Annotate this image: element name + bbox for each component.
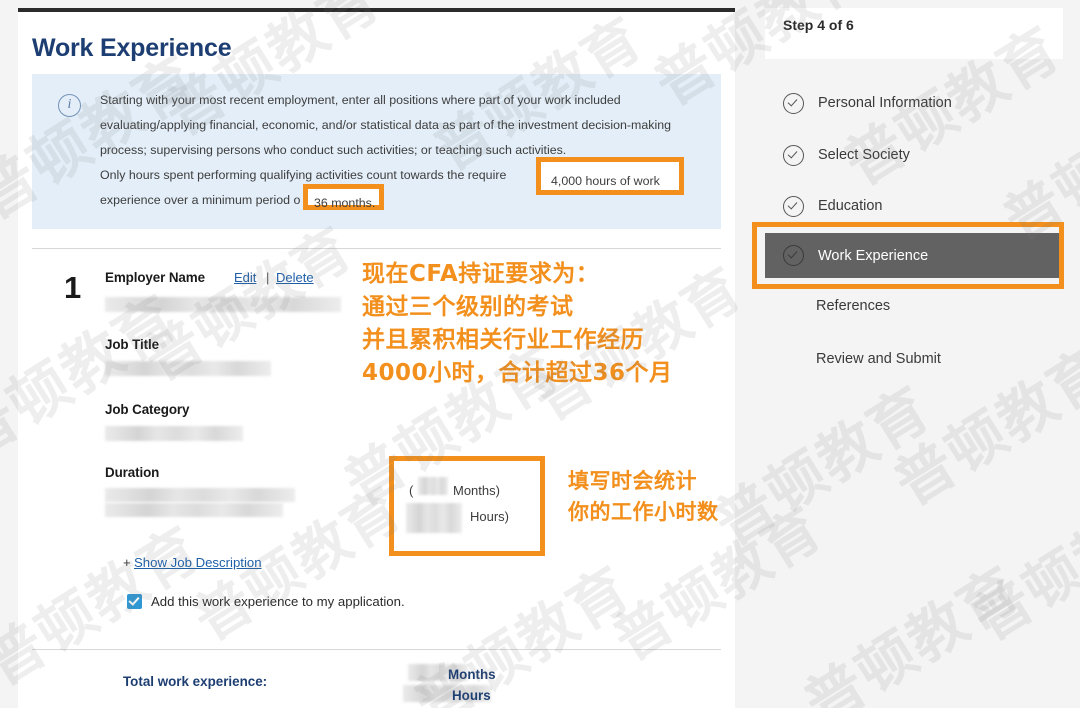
link-separator: |: [266, 270, 269, 285]
duration-hours-value-redacted: [406, 503, 462, 533]
check-circle-icon: [783, 196, 804, 217]
highlight-box-duration-calc: ( Months) Hours): [389, 456, 545, 556]
section-divider-top: [32, 248, 721, 249]
sidebar-item-label: Education: [818, 198, 883, 214]
check-circle-icon: [783, 145, 804, 166]
highlight-box-hours-requirement: 4,000 hours of work: [536, 157, 684, 195]
duration-months-open-paren: (: [409, 483, 413, 498]
highlight-box-months-requirement: 36 months.: [303, 184, 384, 210]
section-divider-bottom: [32, 649, 721, 650]
sidebar-item-personal-information[interactable]: Personal Information: [765, 82, 1063, 124]
duration-months-value-redacted: [418, 477, 448, 495]
sidebar-item-education[interactable]: Education: [765, 185, 1063, 227]
duration-label: Duration: [105, 465, 159, 480]
check-circle-icon: [783, 93, 804, 114]
highlight-months-text: 36 months.: [314, 196, 375, 210]
annotation-hours-note: 填写时会统计 你的工作小时数: [568, 466, 719, 528]
step-indicator-box: [765, 8, 1063, 59]
job-category-label: Job Category: [105, 402, 189, 417]
highlight-hours-text: 4,000 hours of work: [551, 174, 660, 188]
delete-link[interactable]: Delete: [276, 270, 314, 285]
sidebar-item-label: Review and Submit: [816, 351, 941, 367]
sidebar-item-label: Select Society: [818, 147, 910, 163]
job-title-value-redacted: [105, 361, 271, 376]
step-navigation-sidebar: Step 4 of 6 Personal Information Select …: [735, 0, 1080, 708]
entry-number: 1: [64, 270, 81, 306]
duration-hours-unit: Hours): [470, 509, 509, 524]
total-hours-unit: Hours: [452, 688, 491, 703]
duration-months-unit: Months): [453, 483, 500, 498]
show-description-plus: +: [123, 555, 131, 570]
job-category-value-redacted: [105, 426, 243, 441]
info-paragraph-1: Starting with your most recent employmen…: [100, 88, 700, 163]
add-experience-checkbox-label: Add this work experience to my applicati…: [151, 594, 405, 609]
annotation-cfa-requirement: 现在CFA持证要求为： 通过三个级别的考试 并且累积相关行业工作经历 4000小…: [362, 258, 673, 390]
page-title: Work Experience: [32, 34, 231, 63]
duration-value-line2-redacted: [105, 503, 283, 517]
add-experience-checkbox-row[interactable]: Add this work experience to my applicati…: [127, 594, 405, 609]
total-months-unit: Months: [448, 667, 496, 682]
step-indicator-label: Step 4 of 6: [783, 17, 854, 33]
duration-value-line1-redacted: [105, 488, 295, 502]
sidebar-item-label: Personal Information: [818, 95, 952, 111]
highlight-box-work-experience-nav: [752, 222, 1064, 289]
add-experience-checkbox[interactable]: [127, 594, 142, 609]
employer-name-label: Employer Name: [105, 270, 205, 285]
info-circle-icon: i: [58, 94, 81, 117]
job-title-label: Job Title: [105, 337, 159, 352]
total-work-experience-label: Total work experience:: [123, 674, 267, 689]
sidebar-item-label: References: [816, 298, 890, 314]
show-job-description-link[interactable]: Show Job Description: [134, 555, 262, 570]
sidebar-item-references[interactable]: References: [765, 285, 1063, 327]
employer-name-value-redacted: [105, 297, 341, 312]
sidebar-item-review-and-submit[interactable]: Review and Submit: [765, 338, 1063, 380]
sidebar-item-select-society[interactable]: Select Society: [765, 134, 1063, 176]
edit-link[interactable]: Edit: [234, 270, 256, 285]
